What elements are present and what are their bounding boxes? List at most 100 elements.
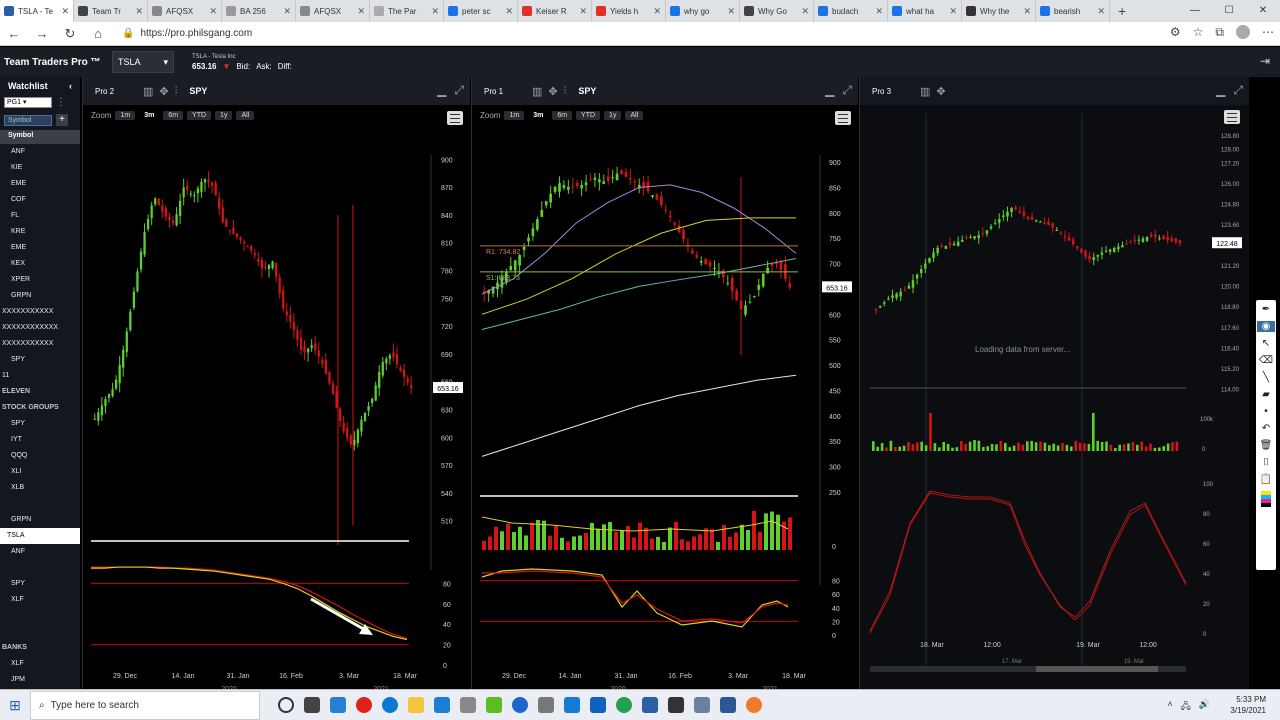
browser-tab[interactable]: budach ✕ (814, 0, 888, 22)
highlighter-icon[interactable]: ▰ (1262, 389, 1270, 400)
close-tab-icon[interactable]: ✕ (209, 6, 217, 17)
crosshair-icon[interactable]: ✥ (548, 85, 557, 98)
watchlist-item[interactable]: KEX (0, 256, 80, 272)
cortana-icon[interactable] (278, 697, 294, 713)
teams-icon[interactable] (512, 697, 528, 713)
close-tab-icon[interactable]: ✕ (135, 6, 143, 17)
eraser-icon[interactable]: ⌫ (1259, 355, 1273, 366)
crosshair-icon[interactable]: ✥ (936, 85, 945, 98)
close-tab-icon[interactable]: ✕ (875, 6, 883, 17)
more-icon[interactable]: ⋯ (1262, 25, 1274, 40)
browser-tab[interactable]: Keiser R ✕ (518, 0, 592, 22)
watchlist-item[interactable]: KIE (0, 160, 80, 176)
watchlist-item[interactable]: FL (0, 208, 80, 224)
symbol-input[interactable]: Symbol (4, 114, 52, 126)
collections-icon[interactable]: ⧉ (1215, 25, 1224, 40)
watchlist-item[interactable]: GRPN (0, 512, 80, 528)
back-icon[interactable]: ← (0, 26, 28, 41)
network-icon[interactable]: 🖧 (1181, 699, 1191, 715)
watchlist-item[interactable]: EME (0, 176, 80, 192)
close-tab-icon[interactable]: ✕ (727, 6, 735, 17)
undo-icon[interactable]: ↶ (1262, 423, 1270, 434)
close-window-icon[interactable]: ✕ (1246, 0, 1280, 22)
logout-icon[interactable]: ⇥ (1260, 54, 1270, 68)
watchlist-item[interactable] (0, 496, 80, 512)
watchlist-item[interactable]: SPY (0, 576, 80, 592)
panel-symbol[interactable]: SPY (189, 86, 207, 96)
watchlist-item[interactable]: KRE (0, 224, 80, 240)
close-tab-icon[interactable]: ✕ (1097, 6, 1105, 17)
watchlist-item[interactable]: EME (0, 240, 80, 256)
watchlist-select[interactable]: PG1 ▾ (4, 96, 52, 108)
favorite-star-icon[interactable]: ☆ (1193, 25, 1204, 40)
watchlist-item[interactable]: XLI (0, 464, 80, 480)
chart-type-icon[interactable]: ▥ (920, 85, 930, 98)
feather-icon[interactable] (694, 697, 710, 713)
taskbar-search[interactable]: ⌕ Type here to search (30, 690, 260, 720)
browser-tab[interactable]: bearish ✕ (1036, 0, 1110, 22)
watchlist-item[interactable]: XPER (0, 272, 80, 288)
browser-tab[interactable]: Yields h ✕ (592, 0, 666, 22)
vscode-icon[interactable] (434, 697, 450, 713)
chart-pro2[interactable]: 9008708408107807507206906606306005705405… (83, 105, 471, 689)
line-tool-icon[interactable]: ╲ (1263, 372, 1269, 383)
close-tab-icon[interactable]: ✕ (357, 6, 365, 17)
symbol-select[interactable]: TSLA ▾ (112, 51, 174, 73)
crosshair-icon[interactable]: ✥ (159, 85, 168, 98)
clipboard-icon[interactable]: 📋 (1260, 474, 1272, 485)
edge-icon[interactable] (382, 697, 398, 713)
home-icon[interactable]: ⌂ (84, 26, 112, 41)
pen-tip-icon[interactable]: ✒ (1262, 304, 1270, 315)
watchlist-item[interactable] (0, 560, 80, 576)
expand-icon[interactable]: ⤢ (454, 83, 464, 98)
watchlist-item[interactable]: SPY (0, 416, 80, 432)
watchlist-item[interactable]: TSLA (0, 528, 80, 544)
browser-tab[interactable]: AFQSX ✕ (148, 0, 222, 22)
volume-icon[interactable]: 🔊 (1199, 699, 1210, 715)
tracking-icon[interactable]: ⚙ (1170, 25, 1181, 40)
profile-avatar[interactable] (1236, 25, 1250, 39)
chart-type-icon[interactable]: ▥ (532, 85, 542, 98)
close-tab-icon[interactable]: ✕ (653, 6, 661, 17)
watchlist-item[interactable]: QQQ (0, 448, 80, 464)
watchlist-item[interactable]: ANF (0, 544, 80, 560)
chart-pro1[interactable]: R1: 734.82S1: 683.7390085080075070065060… (472, 105, 859, 689)
maps-icon[interactable] (668, 697, 684, 713)
watchlist-item[interactable]: JPM (0, 672, 80, 688)
dot-icon[interactable]: • (1264, 406, 1268, 417)
browser-tab[interactable]: Team Tr ✕ (74, 0, 148, 22)
browser-tab[interactable]: why go ✕ (666, 0, 740, 22)
kebab-menu-icon[interactable]: ⋮ (56, 97, 66, 108)
close-tab-icon[interactable]: ✕ (505, 6, 513, 17)
url-field[interactable]: 🔒 https://pro.philsgang.com (122, 28, 252, 39)
close-tab-icon[interactable]: ✕ (949, 6, 957, 17)
pointer-icon[interactable]: ↖ (1262, 338, 1270, 349)
trash-icon[interactable]: 🗑 (1260, 440, 1273, 451)
browser-tab[interactable]: TSLA - Te ✕ (0, 0, 74, 22)
browser-tab[interactable]: Why Go ✕ (740, 0, 814, 22)
watchlist-item[interactable]: GRPN (0, 288, 80, 304)
browser-tab[interactable]: peter sc ✕ (444, 0, 518, 22)
reload-icon[interactable]: ↻ (56, 26, 84, 42)
camera-icon[interactable]: ⌷ (1263, 457, 1269, 468)
app-orange-icon[interactable] (746, 697, 762, 713)
mail-icon[interactable] (538, 697, 554, 713)
excel-like-icon[interactable] (486, 697, 502, 713)
watchlist-item[interactable]: XLF (0, 592, 80, 608)
indicator-icon[interactable]: ⫶ (564, 85, 567, 98)
watchlist-item[interactable]: SPY (0, 352, 80, 368)
minimize-icon[interactable]: — (1178, 0, 1212, 22)
tray-chevron-icon[interactable]: ˄ (1167, 699, 1172, 715)
close-tab-icon[interactable]: ✕ (431, 6, 439, 17)
file-explorer-icon[interactable] (408, 697, 424, 713)
watchlist-item[interactable]: 11 (0, 368, 80, 384)
browser-tab[interactable]: AFQSX ✕ (296, 0, 370, 22)
watchlist-group[interactable]: STOCK GROUPS (0, 400, 80, 416)
windows-start-icon[interactable]: ⊞ (0, 697, 30, 714)
store-icon[interactable] (460, 697, 476, 713)
eye-icon[interactable]: ◉ (1257, 321, 1275, 332)
outlook-icon[interactable] (590, 697, 606, 713)
forward-icon[interactable]: → (28, 26, 56, 41)
browser-tab[interactable]: The Par ✕ (370, 0, 444, 22)
watchlist-item[interactable]: XXXXXXXXXXX (0, 336, 80, 352)
